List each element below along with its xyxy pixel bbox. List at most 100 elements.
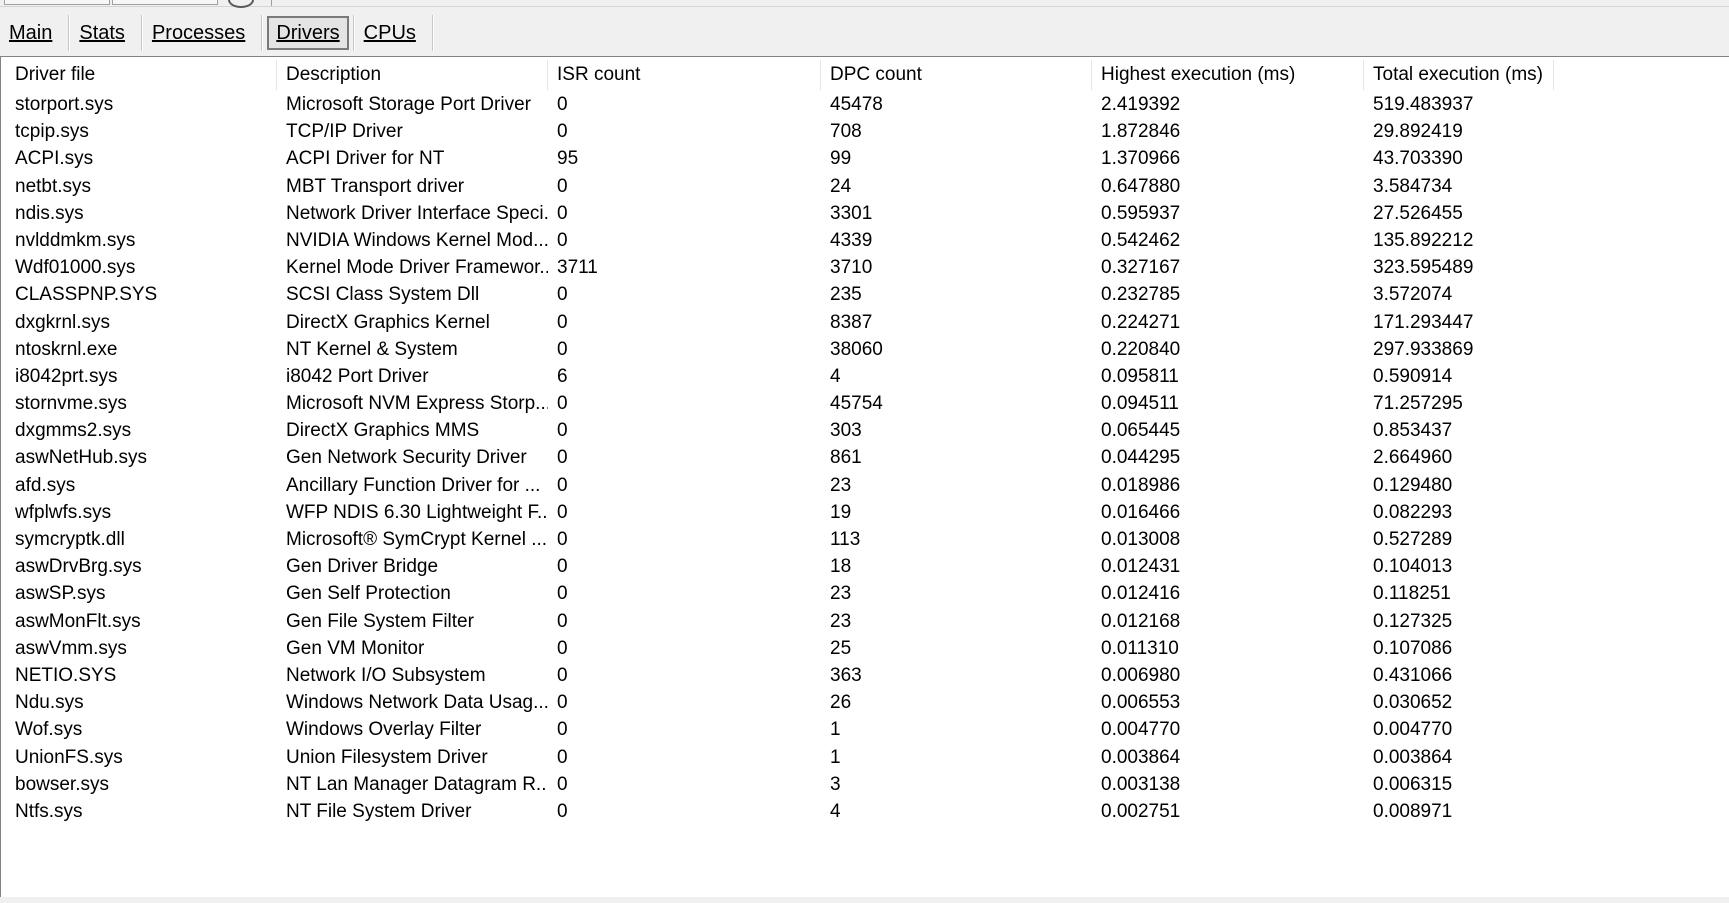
tab-main[interactable]: Main (0, 16, 68, 50)
table-row[interactable]: CLASSPNP.SYS SCSI Class System Dll 0 235 0.2… (6, 281, 1554, 308)
cell-driver-file: Wof.sys (15, 719, 83, 741)
cell-driver-file: NETIO.SYS (15, 664, 117, 686)
tab-cpus[interactable]: CPUs (355, 16, 432, 50)
column-header-dpc-count[interactable]: DPC count (821, 60, 1092, 90)
cell-driver-file: ndis.sys (15, 202, 84, 224)
table-row[interactable]: stornvme.sys Microsoft NVM Express Storp.… (6, 390, 1554, 417)
cell-isr-count: 0 (557, 175, 568, 197)
table-row[interactable]: aswVmm.sys Gen VM Monitor 0 25 0.011310 0.107… (6, 635, 1554, 662)
cell-description: Gen Network Security Driver (286, 447, 527, 469)
cell-highest-execution: 0.224271 (1101, 311, 1181, 333)
table-row[interactable]: tcpip.sys TCP/IP Driver 0 708 1.872846 29.892… (6, 118, 1554, 145)
cell-highest-execution: 0.012168 (1101, 610, 1181, 632)
table-row[interactable]: Wdf01000.sys Kernel Mode Driver Framewor.… (6, 254, 1554, 281)
cell-highest-execution: 0.013008 (1101, 529, 1181, 550)
table-row[interactable]: Wof.sys Windows Overlay Filter 0 1 0.004770 0… (6, 716, 1554, 743)
table-row[interactable]: NETIO.SYS Network I/O Subsystem 0 363 0.0069… (6, 662, 1554, 689)
cell-description: Gen VM Monitor (286, 637, 425, 659)
toolbar-button-fragment[interactable] (112, 0, 218, 5)
refresh-icon[interactable] (228, 0, 254, 8)
cell-isr-count: 0 (557, 719, 568, 741)
tab-label: Main (9, 21, 53, 44)
table-row[interactable]: ACPI.sys ACPI Driver for NT 95 99 1.370966 43… (6, 145, 1554, 172)
table-row[interactable]: Ndu.sys Windows Network Data Usag... 0 26 0.… (6, 689, 1554, 716)
table-row[interactable]: afd.sys Ancillary Function Driver for ...… (6, 472, 1554, 499)
cell-total-execution: 0.107086 (1373, 637, 1453, 659)
cell-highest-execution: 0.094511 (1101, 393, 1179, 415)
cell-total-execution: 0.006315 (1373, 773, 1453, 795)
cell-driver-file: aswNetHub.sys (15, 447, 147, 469)
table-row[interactable]: dxgkrnl.sys DirectX Graphics Kernel 0 8387 0… (6, 309, 1554, 336)
cell-dpc-count: 18 (830, 556, 852, 578)
cell-driver-file: tcpip.sys (15, 121, 89, 143)
cell-highest-execution: 0.018986 (1101, 474, 1181, 496)
cell-isr-count: 0 (557, 202, 568, 224)
table-row[interactable]: aswNetHub.sys Gen Network Security Driver… (6, 444, 1554, 471)
cell-highest-execution: 0.003864 (1101, 746, 1181, 768)
column-header-highest-execution[interactable]: Highest execution (ms) (1092, 60, 1364, 90)
column-header-driver-file[interactable]: Driver file (6, 60, 277, 90)
tab-drivers[interactable]: Drivers (267, 16, 349, 50)
cell-isr-count: 0 (557, 583, 568, 605)
cell-dpc-count: 3 (830, 773, 841, 795)
table-row[interactable]: nvlddmkm.sys NVIDIA Windows Kernel Mod...… (6, 227, 1554, 254)
table-row[interactable]: Ntfs.sys NT File System Driver 0 4 0.002751 0… (6, 798, 1554, 825)
cell-total-execution: 297.933869 (1373, 338, 1474, 360)
cell-total-execution: 0.003864 (1373, 746, 1453, 768)
cell-isr-count: 0 (557, 746, 568, 768)
cell-driver-file: aswDrvBrg.sys (15, 556, 142, 578)
list-body: storport.sys Microsoft Storage Port Drive… (6, 91, 1554, 825)
table-row[interactable]: i8042prt.sys i8042 Port Driver 6 4 0.095811 0… (6, 363, 1554, 390)
cell-isr-count: 0 (557, 447, 568, 469)
cell-isr-count: 0 (557, 637, 568, 659)
cell-highest-execution: 0.003138 (1101, 773, 1181, 795)
cell-total-execution: 0.004770 (1373, 719, 1453, 741)
cell-isr-count: 0 (557, 338, 568, 360)
cell-dpc-count: 4 (830, 800, 841, 822)
table-row[interactable]: wfplwfs.sys WFP NDIS 6.30 Lightweight F..… (6, 499, 1554, 526)
table-row[interactable]: ntoskrnl.exe NT Kernel & System 0 38060 0.22… (6, 336, 1554, 363)
table-row[interactable]: bowser.sys NT Lan Manager Datagram R... 0 3… (6, 771, 1554, 798)
cell-description: Microsoft Storage Port Driver (286, 94, 531, 115)
cell-description: NVIDIA Windows Kernel Mod... (286, 229, 548, 251)
tab-label: CPUs (363, 21, 416, 44)
tab-stats[interactable]: Stats (70, 16, 141, 50)
cell-total-execution: 0.527289 (1373, 529, 1453, 550)
cell-total-execution: 27.526455 (1373, 202, 1463, 224)
cell-total-execution: 0.127325 (1373, 610, 1453, 632)
table-row[interactable]: netbt.sys MBT Transport driver 0 24 0.647880… (6, 173, 1554, 200)
cell-highest-execution: 0.012416 (1101, 583, 1181, 605)
table-row[interactable]: aswDrvBrg.sys Gen Driver Bridge 0 18 0.01243… (6, 553, 1554, 580)
cell-description: MBT Transport driver (286, 175, 465, 197)
cell-isr-count: 0 (557, 420, 568, 442)
table-row[interactable]: UnionFS.sys Union Filesystem Driver 0 1 0.00… (6, 744, 1554, 771)
tab-processes[interactable]: Processes (143, 16, 261, 50)
cell-dpc-count: 23 (830, 474, 852, 496)
cell-isr-count: 0 (557, 393, 568, 415)
table-row[interactable]: ndis.sys Network Driver Interface Speci..… (6, 200, 1554, 227)
cell-description: Network I/O Subsystem (286, 664, 486, 686)
cell-dpc-count: 113 (830, 529, 861, 550)
cell-total-execution: 0.129480 (1373, 474, 1453, 496)
table-row[interactable]: storport.sys Microsoft Storage Port Drive… (6, 91, 1554, 118)
cell-driver-file: dxgmms2.sys (15, 420, 132, 442)
cell-dpc-count: 19 (830, 501, 852, 523)
table-row[interactable]: aswSP.sys Gen Self Protection 0 23 0.012416 0… (6, 580, 1554, 607)
table-row[interactable]: aswMonFlt.sys Gen File System Filter 0 23 0.… (6, 608, 1554, 635)
cell-driver-file: netbt.sys (15, 175, 92, 197)
column-header-isr-count[interactable]: ISR count (548, 60, 821, 90)
column-header-description[interactable]: Description (277, 60, 548, 90)
cell-dpc-count: 38060 (830, 338, 883, 360)
table-row[interactable]: dxgmms2.sys DirectX Graphics MMS 0 303 0.065… (6, 417, 1554, 444)
toolbar-button-fragment[interactable] (4, 0, 110, 5)
drivers-list[interactable]: Driver file Description ISR count DPC count… (0, 56, 1729, 903)
tab-label: Drivers (276, 21, 340, 44)
cell-highest-execution: 0.006553 (1101, 692, 1181, 714)
table-row[interactable]: symcryptk.dll Microsoft® SymCrypt Kernel … (6, 526, 1554, 553)
cell-driver-file: bowser.sys (15, 773, 109, 795)
cell-description: NT Lan Manager Datagram R... (286, 773, 548, 795)
column-header-total-execution[interactable]: Total execution (ms) (1364, 60, 1554, 90)
cell-description: i8042 Port Driver (286, 365, 429, 387)
cell-total-execution: 71.257295 (1373, 393, 1463, 415)
cell-driver-file: symcryptk.dll (15, 529, 125, 550)
